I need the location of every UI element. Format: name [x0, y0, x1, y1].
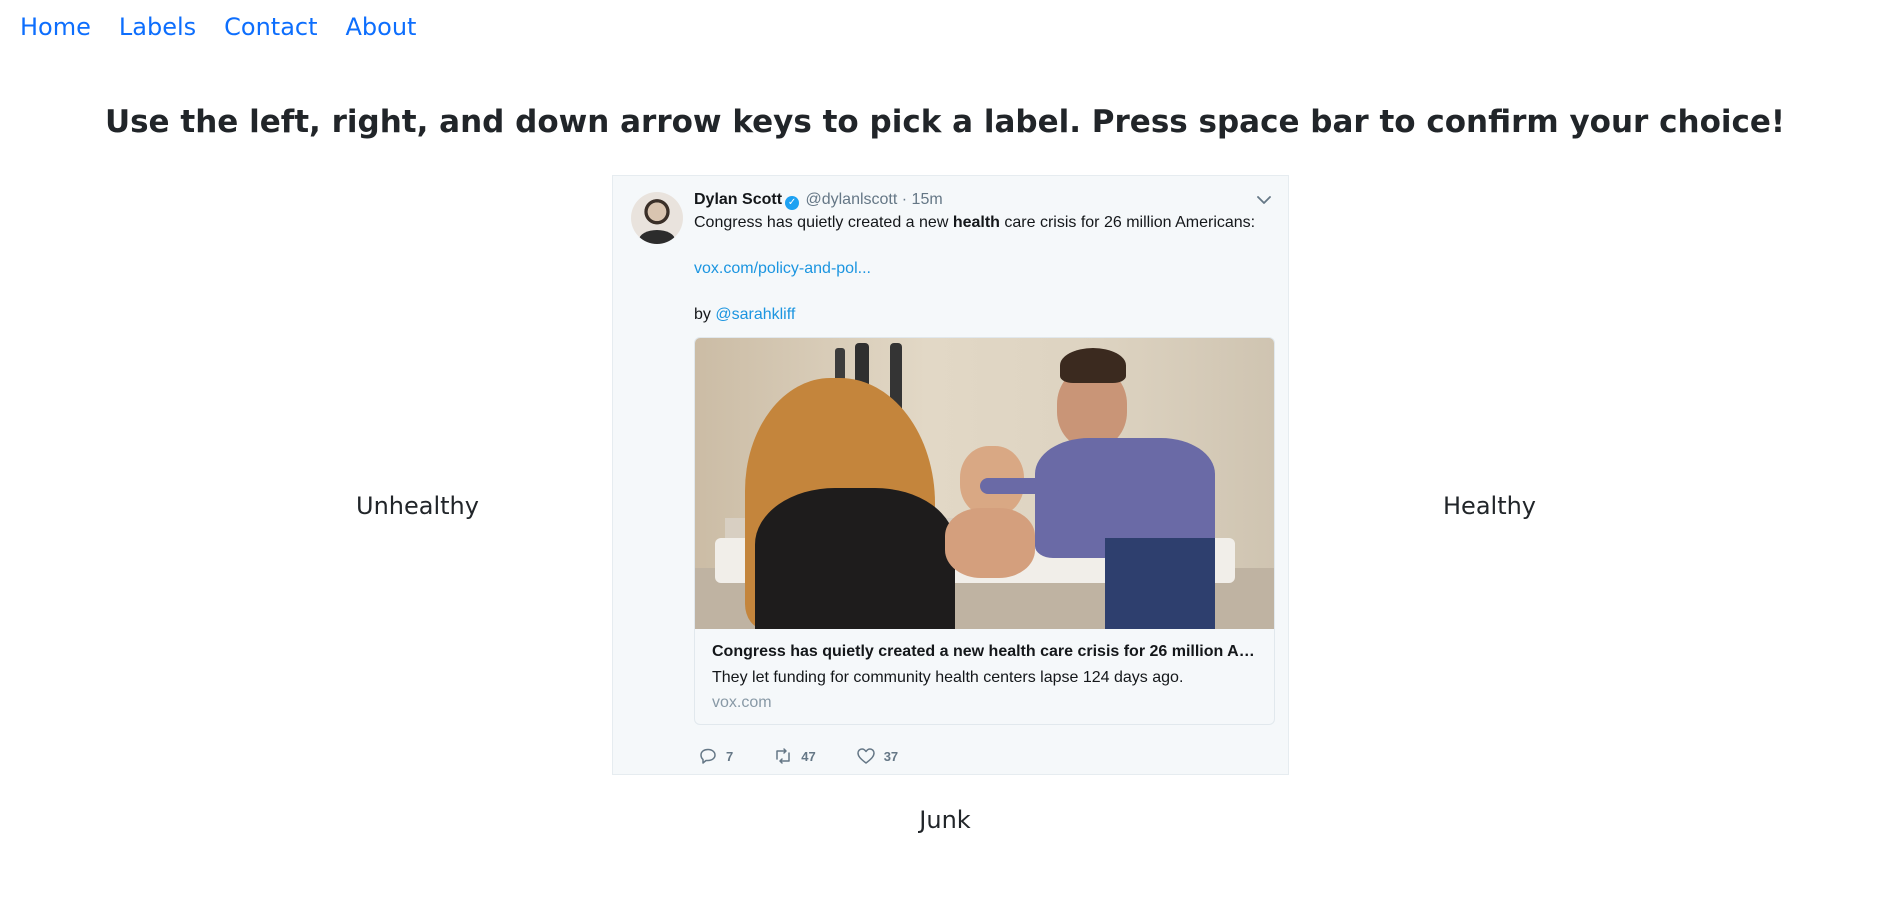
- card-description: They let funding for community health ce…: [712, 669, 1184, 686]
- tweet-header: Dylan Scott ✓ @dylanlscott · 15m: [694, 190, 943, 210]
- card-photo: [695, 338, 1274, 629]
- retweet-action: 47: [773, 746, 816, 766]
- tweet-text: Congress has quietly created a new healt…: [694, 214, 1256, 231]
- top-nav: Home Labels Contact About: [20, 10, 416, 44]
- link-card: Congress has quietly created a new healt…: [694, 337, 1275, 725]
- tweet-actions: 7 47 37: [698, 746, 898, 766]
- avatar: [631, 192, 683, 244]
- like-icon: [856, 748, 875, 764]
- nav-about-link[interactable]: About: [346, 10, 417, 44]
- tweet-author-name: Dylan Scott: [694, 191, 783, 208]
- like-action: 37: [856, 746, 898, 766]
- reply-action: 7: [698, 746, 733, 766]
- tweet-screenshot: Dylan Scott ✓ @dylanlscott · 15m Congress…: [612, 175, 1289, 775]
- retweet-count: 47: [801, 748, 816, 764]
- retweet-icon: [776, 748, 790, 764]
- label-option-left[interactable]: Unhealthy: [356, 492, 479, 520]
- tweet-text-bold: health: [952, 214, 1000, 231]
- tweet-timestamp: 15m: [911, 191, 943, 208]
- nav-labels-link[interactable]: Labels: [119, 10, 196, 44]
- verified-badge-icon: ✓: [785, 196, 800, 210]
- tweet-time-separator: ·: [901, 191, 908, 208]
- instructions-heading: Use the left, right, and down arrow keys…: [104, 104, 1786, 140]
- tweet-mention: @sarahkliff: [715, 306, 796, 323]
- nav-contact-link[interactable]: Contact: [224, 10, 317, 44]
- reply-icon: [700, 748, 716, 764]
- card-title: Congress has quietly created a new healt…: [712, 643, 1262, 660]
- label-option-right[interactable]: Healthy: [1443, 492, 1536, 520]
- reply-count: 7: [726, 748, 734, 764]
- tweet-byline: by @sarahkliff: [694, 306, 796, 323]
- chevron-down-icon: [1257, 196, 1271, 204]
- label-option-down[interactable]: Junk: [0, 806, 1890, 834]
- card-domain: vox.com: [712, 694, 772, 711]
- tweet-author-handle: @dylanlscott: [805, 191, 898, 208]
- tweet-link: vox.com/policy-and-pol...: [694, 260, 871, 277]
- like-count: 37: [883, 748, 899, 764]
- nav-home-link[interactable]: Home: [20, 10, 91, 44]
